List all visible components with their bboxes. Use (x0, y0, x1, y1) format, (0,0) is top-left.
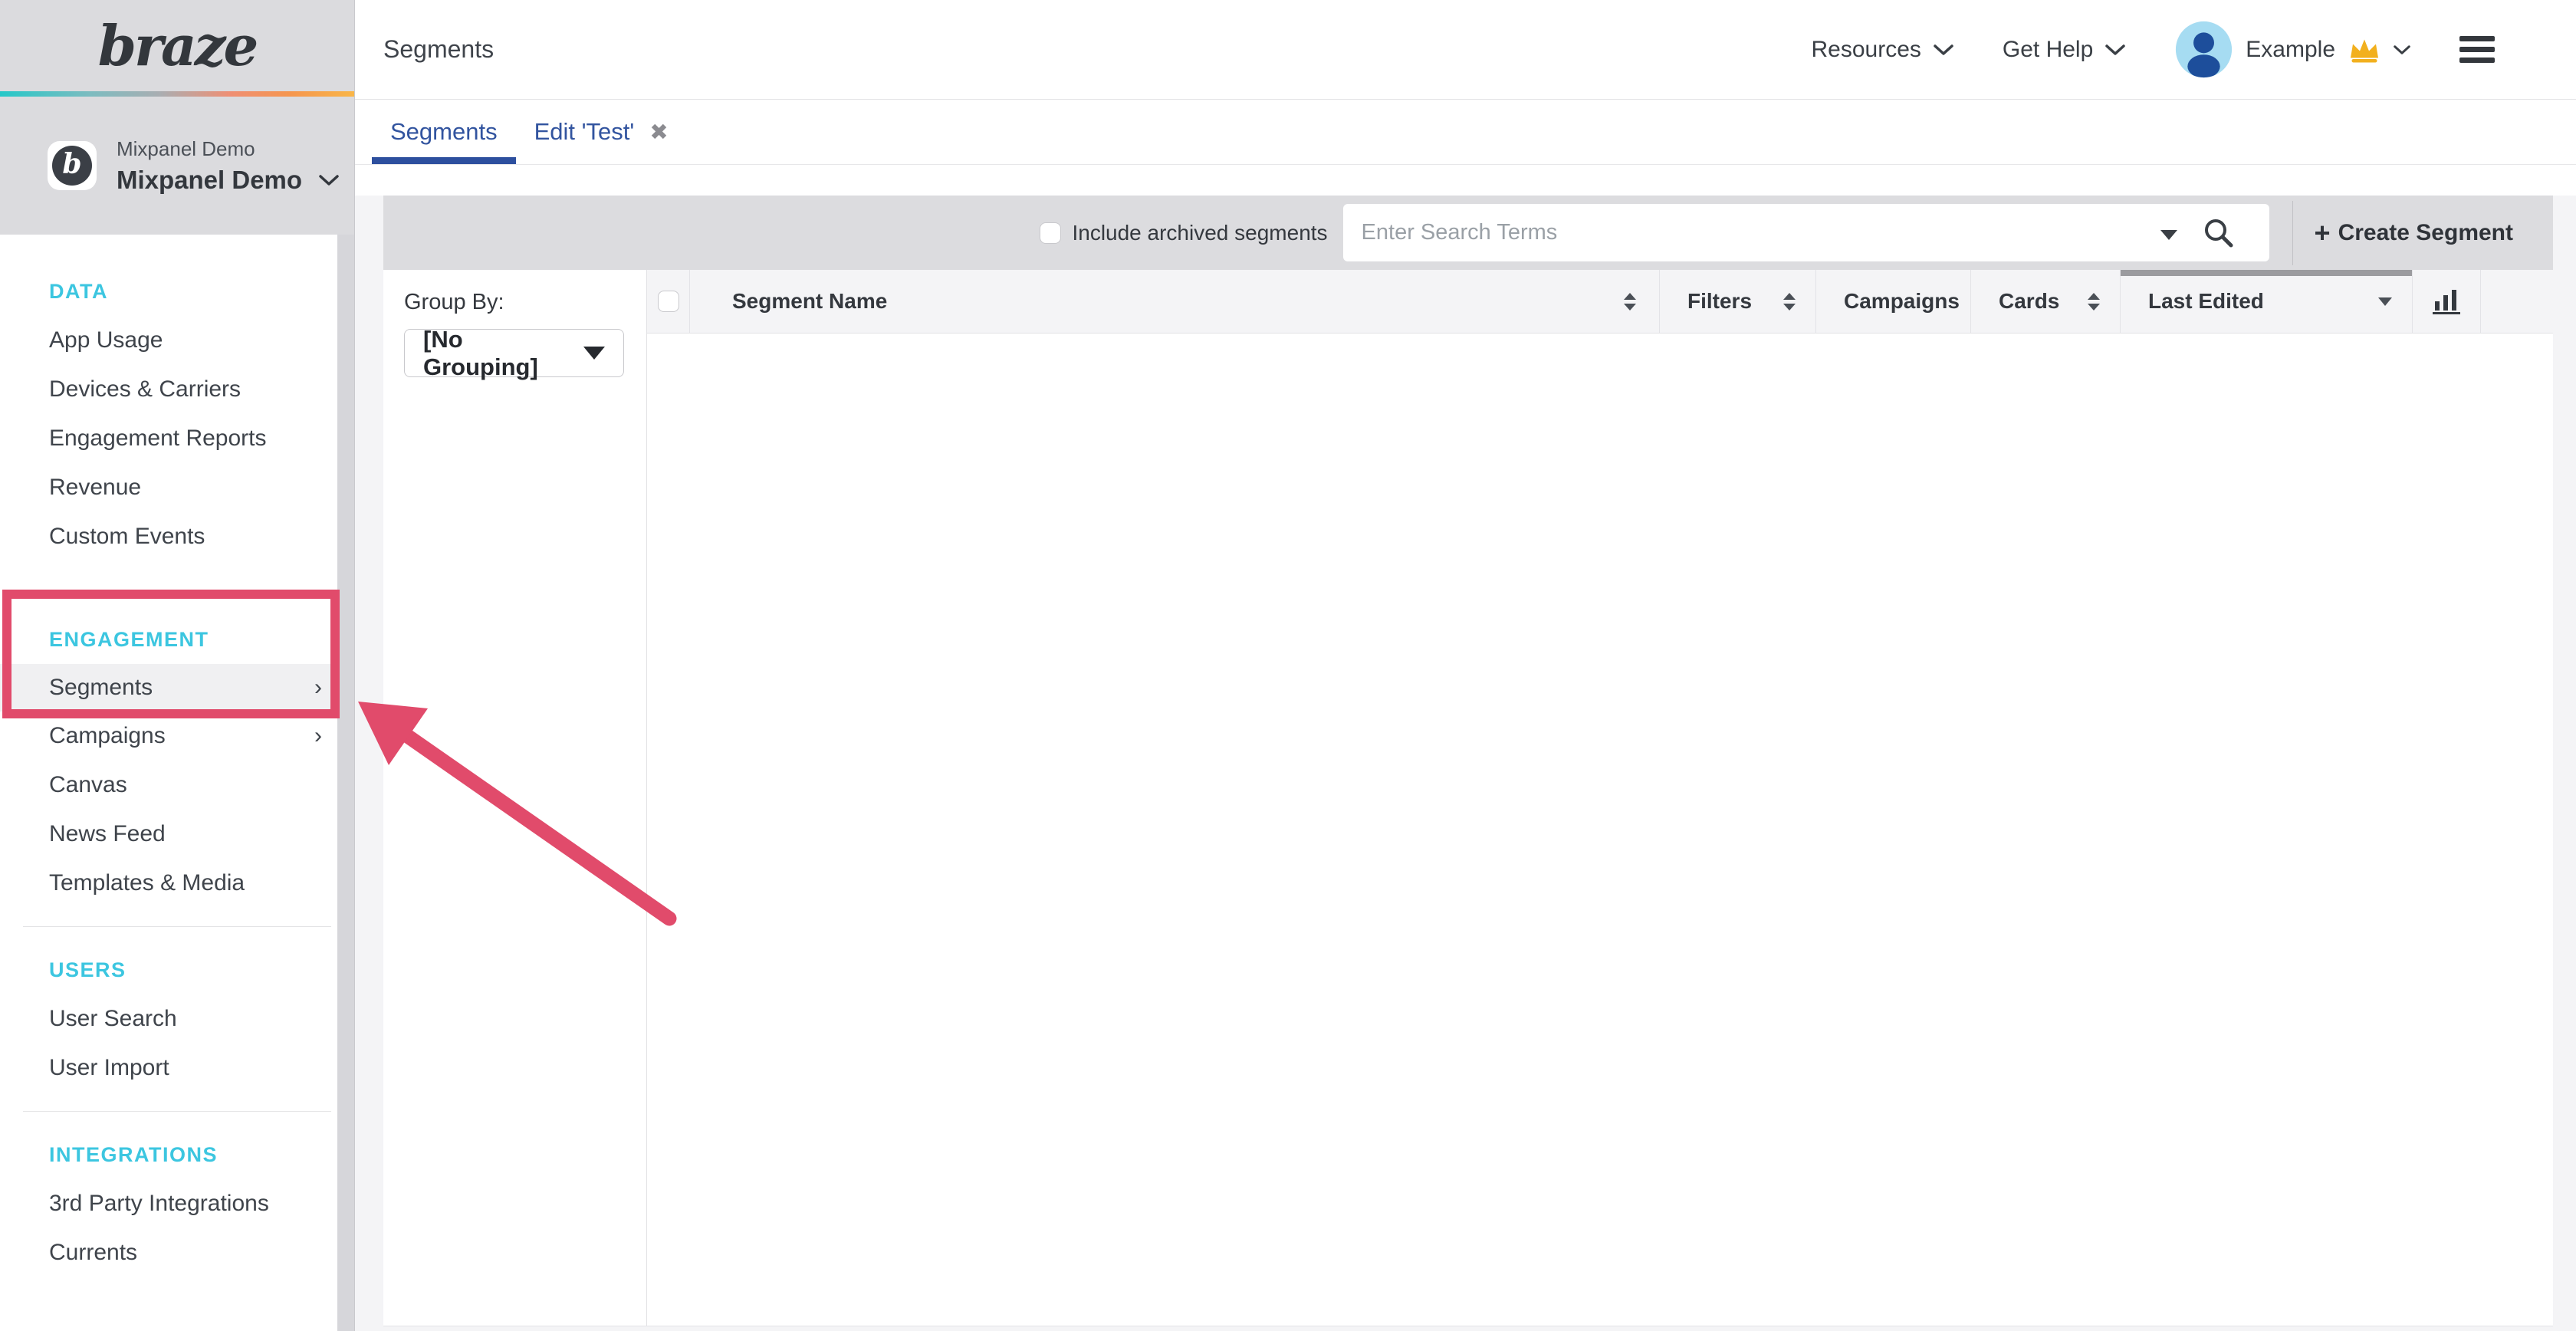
create-segment-button[interactable]: + Create Segment (2315, 219, 2513, 247)
sidebar-nav: DATA App Usage Devices & Carriers Engage… (0, 235, 354, 1277)
sidebar-item-canvas[interactable]: Canvas (0, 761, 354, 810)
search-icon[interactable] (2202, 216, 2236, 250)
sidebar-scrollbar[interactable] (337, 235, 354, 1331)
sort-icon[interactable] (1783, 293, 1796, 311)
workspace-name: Mixpanel Demo (117, 166, 302, 195)
chevron-down-icon (2394, 44, 2410, 55)
segments-content: Include archived segments + Create Segme… (383, 196, 2553, 1326)
sort-icon[interactable] (2088, 293, 2100, 311)
user-name: Example (2246, 37, 2335, 63)
sidebar-item-app-usage[interactable]: App Usage (0, 316, 354, 365)
page-title: Segments (383, 35, 494, 64)
search-box (1343, 204, 2269, 261)
section-header-engagement: ENGAGEMENT (0, 615, 354, 664)
chevron-down-icon (319, 174, 339, 186)
hamburger-menu-icon[interactable] (2459, 36, 2495, 63)
workspace-label: Mixpanel Demo (117, 137, 339, 161)
brand-gradient-bar (0, 91, 354, 97)
select-all-checkbox-cell (647, 270, 689, 333)
column-header-campaigns[interactable]: Campaigns (1815, 270, 1970, 333)
get-help-menu[interactable]: Get Help (2003, 37, 2125, 63)
chevron-right-icon: › (314, 723, 322, 749)
logo-area: braze (0, 0, 354, 91)
sidebar-item-3rd-party-integrations[interactable]: 3rd Party Integrations (0, 1179, 354, 1228)
column-header-analytics[interactable] (2412, 270, 2481, 333)
chevron-down-icon (2105, 44, 2125, 56)
sidebar-item-user-search[interactable]: User Search (0, 994, 354, 1043)
divider (2292, 201, 2293, 265)
plus-icon: + (2315, 219, 2331, 247)
sidebar-divider (23, 926, 331, 927)
column-header-last-edited[interactable]: Last Edited (2120, 270, 2412, 333)
content-body: Group By: [No Grouping] Segment Name (383, 270, 2553, 1326)
section-header-integrations: INTEGRATIONS (0, 1130, 354, 1179)
chevron-down-icon (1934, 44, 1953, 56)
tab-segments[interactable]: Segments (372, 100, 516, 164)
group-by-panel: Group By: [No Grouping] (383, 270, 647, 1326)
group-by-label: Group By: (404, 290, 646, 315)
crown-icon (2348, 36, 2381, 64)
workspace-avatar: b (48, 141, 97, 190)
sidebar-divider (23, 1111, 331, 1112)
search-input[interactable] (1343, 204, 2269, 261)
search-dropdown-caret-icon[interactable] (2160, 230, 2177, 240)
user-menu[interactable]: Example (2174, 20, 2410, 79)
table-header-row: Segment Name Filters Campaigns Cards (647, 270, 2553, 334)
main-area: Segments Resources Get Help (355, 0, 2576, 1331)
spacer (355, 165, 2576, 196)
segments-table: Segment Name Filters Campaigns Cards (647, 270, 2553, 1326)
sidebar-item-templates-media[interactable]: Templates & Media (0, 859, 354, 908)
sidebar-item-revenue[interactable]: Revenue (0, 463, 354, 512)
column-header-segment-name[interactable]: Segment Name (689, 270, 1659, 333)
app-window: braze b Mixpanel Demo Mixpanel Demo DATA… (0, 0, 2576, 1331)
workspace-avatar-letter: b (52, 146, 92, 186)
bar-chart-icon (2430, 286, 2463, 317)
include-archived-checkbox[interactable] (1040, 222, 1061, 244)
sidebar-item-devices-carriers[interactable]: Devices & Carriers (0, 365, 354, 414)
tab-edit-test[interactable]: Edit 'Test' ✖ (516, 100, 687, 164)
group-by-select[interactable]: [No Grouping] (404, 329, 624, 377)
resources-menu[interactable]: Resources (1811, 37, 1953, 63)
sidebar: braze b Mixpanel Demo Mixpanel Demo DATA… (0, 0, 355, 1331)
chevron-right-icon: › (314, 675, 322, 701)
select-all-checkbox[interactable] (658, 291, 679, 312)
sidebar-item-engagement-reports[interactable]: Engagement Reports (0, 414, 354, 463)
workspace-switcher[interactable]: b Mixpanel Demo Mixpanel Demo (0, 97, 354, 235)
topbar: Segments Resources Get Help (355, 0, 2576, 100)
close-icon[interactable]: ✖ (649, 119, 668, 146)
column-header-cards[interactable]: Cards (1970, 270, 2120, 333)
header-filler (2481, 270, 2553, 333)
sidebar-item-news-feed[interactable]: News Feed (0, 810, 354, 859)
section-header-data: DATA (0, 267, 354, 316)
group-by-value: [No Grouping] (423, 326, 583, 381)
column-header-filters[interactable]: Filters (1659, 270, 1815, 333)
sort-descending-icon[interactable] (2378, 297, 2392, 306)
include-archived-label: Include archived segments (1072, 221, 1327, 245)
section-header-users: USERS (0, 945, 354, 994)
avatar (2174, 20, 2233, 79)
table-body-empty (647, 334, 2553, 1326)
segments-toolbar: Include archived segments + Create Segme… (383, 196, 2553, 270)
sidebar-item-custom-events[interactable]: Custom Events (0, 512, 354, 561)
sidebar-item-user-import[interactable]: User Import (0, 1043, 354, 1093)
sidebar-item-segments[interactable]: Segments › (0, 664, 354, 712)
sidebar-item-campaigns[interactable]: Campaigns › (0, 712, 354, 761)
sort-icon[interactable] (1624, 293, 1636, 311)
sidebar-item-currents[interactable]: Currents (0, 1228, 354, 1277)
chevron-down-icon (583, 347, 605, 360)
braze-logo: braze (98, 13, 257, 78)
tab-bar: Segments Edit 'Test' ✖ (355, 100, 2576, 165)
